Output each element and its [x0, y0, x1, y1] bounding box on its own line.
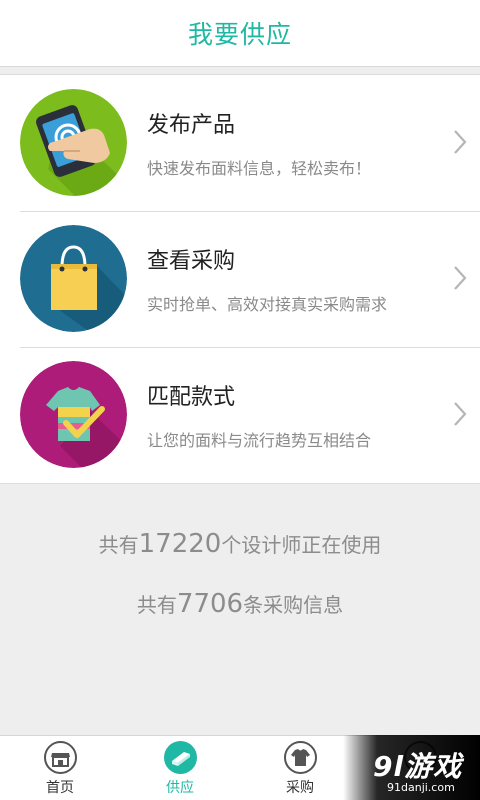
- usage-stats: 共有17220个设计师正在使用 共有7706条采购信息: [0, 482, 480, 732]
- fabric-roll-icon: [163, 741, 197, 774]
- chevron-right-icon: [454, 266, 467, 290]
- section-gap: [0, 67, 480, 75]
- tab-label: 采购: [286, 780, 314, 796]
- match-styles-item[interactable]: 匹配款式 让您的面料与流行趋势互相结合: [0, 347, 480, 483]
- tab-home[interactable]: 首页: [0, 736, 120, 800]
- shopping-bag-icon: [20, 225, 127, 332]
- tab-label: 供应: [166, 780, 194, 796]
- stat-prefix: 共有: [136, 593, 177, 617]
- tab-purchase[interactable]: 采购: [240, 736, 360, 800]
- tab-label: 首页: [46, 780, 74, 796]
- tablet-touch-icon: [20, 89, 127, 196]
- storefront-icon: [43, 741, 77, 774]
- page-title: 我要供应: [187, 20, 292, 49]
- app-header: 我要供应: [0, 0, 480, 67]
- item-subtitle: 让您的面料与流行趋势互相结合: [147, 431, 372, 450]
- chevron-right-icon: [454, 130, 467, 154]
- purchase-count: 7706: [176, 589, 244, 619]
- supply-menu-list: 发布产品 快速发布面料信息，轻松卖布！ 查看采购 实时抢单、高效对接真实采购需求: [0, 75, 480, 484]
- designer-count-line: 共有17220个设计师正在使用: [0, 529, 480, 559]
- stat-prefix: 共有: [98, 533, 139, 557]
- purchase-count-line: 共有7706条采购信息: [0, 589, 480, 619]
- designer-count: 17220: [138, 529, 222, 559]
- tshirt-check-icon: [20, 361, 127, 468]
- chevron-right-icon: [454, 402, 467, 426]
- stat-suffix: 条采购信息: [243, 593, 344, 617]
- watermark-url: 91danji.com: [387, 781, 455, 794]
- publish-product-item[interactable]: 发布产品 快速发布面料信息，轻松卖布！: [0, 75, 480, 211]
- item-subtitle: 快速发布面料信息，轻松卖布！: [147, 159, 372, 178]
- item-title: 查看采购: [147, 249, 236, 274]
- watermark-logo: 9l游戏: [373, 750, 463, 783]
- view-purchases-item[interactable]: 查看采购 实时抢单、高效对接真实采购需求: [0, 211, 480, 347]
- stat-suffix: 个设计师正在使用: [221, 533, 382, 557]
- item-title: 匹配款式: [147, 385, 236, 410]
- site-watermark: 9l游戏 91danji.com: [343, 735, 480, 800]
- tshirt-icon: [283, 741, 317, 774]
- tab-supply[interactable]: 供应: [120, 736, 240, 800]
- item-subtitle: 实时抢单、高效对接真实采购需求: [147, 295, 388, 314]
- item-title: 发布产品: [147, 113, 236, 138]
